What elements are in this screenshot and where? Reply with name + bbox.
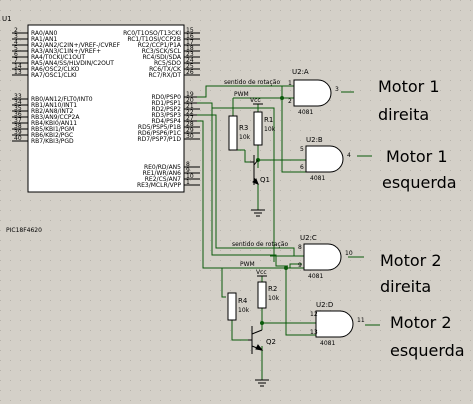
vcc1-label: Vcc (250, 97, 261, 104)
mcu-pin-name: RD7/PSP7/P1D (137, 136, 181, 143)
junction-4 (284, 266, 288, 270)
net-label-dir2: sentido de rotação (232, 241, 288, 248)
r4-ref: R4 (238, 297, 248, 305)
r4-value: 10k (238, 307, 250, 314)
gate-pin-in1: 12 (310, 311, 318, 318)
motor2-left-line2: esquerda (390, 341, 465, 360)
gate-body (303, 243, 342, 271)
net-label-pwm1: PWM (234, 91, 249, 98)
gate-part: 4081 (308, 273, 323, 280)
motor2-right-line2: direita (380, 277, 431, 296)
r2-body (257, 281, 267, 309)
mcu-pin-name: RE3/MCLR/VPP (137, 182, 181, 189)
schematic-canvas: U1 PIC18F4620 2 RA0/AN03 RA1/AN14 RA2/AN2/C… (0, 0, 473, 404)
gate-part: 4081 (298, 109, 313, 116)
vcc-2: Vcc (256, 269, 267, 277)
mcu-part-label: PIC18F4620 (6, 227, 42, 234)
r2-value: 10k (268, 295, 280, 302)
mcu-pin-name: RC7/RX/DT (149, 72, 182, 79)
mcu-pin-number: 40 (14, 135, 22, 142)
motor2-right-line1: Motor 2 (380, 251, 442, 270)
gate-pin-in2: 2 (288, 98, 292, 105)
gate-pin-out: 11 (357, 317, 365, 324)
gate-ref: U2:D (316, 301, 333, 309)
r1-value: 10k (264, 126, 276, 133)
motor2-left-line1: Motor 2 (390, 313, 452, 332)
motor1-left-line2: esquerda (382, 173, 457, 192)
q2-ref: Q2 (266, 338, 276, 346)
gate-body (305, 145, 344, 173)
gate-ref: U2:B (306, 136, 323, 144)
mcu-pin-name: RA7/OSC1/CLKI (31, 72, 77, 79)
mcu-pin-number: 30 (186, 133, 194, 140)
gate-pin-in2: 13 (310, 329, 318, 336)
junction-3 (260, 321, 264, 325)
gate-part: 4081 (310, 175, 325, 182)
gate-pin-out: 10 (345, 250, 353, 257)
gate-pin-in2: 9 (298, 262, 302, 269)
gate-ref: U2:A (292, 68, 309, 76)
junction-1 (280, 96, 284, 100)
gate-body (293, 79, 332, 107)
motor1-left-line1: Motor 1 (386, 147, 448, 166)
r2-ref: R2 (268, 285, 277, 293)
vcc2-label: Vcc (256, 269, 267, 276)
gate-body (315, 310, 354, 338)
gate-pin-in1: 1 (288, 80, 292, 87)
net-label-pwm2: PWM (240, 261, 255, 268)
net-label-dir1: sentido de rotação (224, 79, 280, 86)
r3-body (228, 115, 238, 151)
gate-pin-out: 3 (335, 86, 339, 93)
mcu-ref-label: U1 (2, 15, 12, 23)
gate-pin-in1: 5 (300, 146, 304, 153)
motor1-right-line1: Motor 1 (378, 77, 440, 96)
gate-pin-in2: 6 (300, 164, 304, 171)
r3-ref: R3 (239, 124, 248, 132)
mcu-pin-number: 1 (186, 179, 190, 186)
q1-ref: Q1 (260, 176, 270, 184)
r4-body (227, 292, 237, 321)
gate-ref: U2:C (300, 234, 317, 242)
gate-pin-out: 4 (347, 152, 351, 159)
r3-value: 10k (239, 134, 251, 141)
r1-ref: R1 (264, 116, 273, 124)
mcu-pin-name: RB7/KBI3/PGD (31, 138, 74, 145)
gate-part: 4081 (320, 340, 335, 347)
mcu-pin-number: 26 (186, 69, 194, 76)
r1-body (253, 111, 263, 146)
motor1-right-line2: direita (378, 105, 429, 124)
gate-pin-in1: 8 (298, 244, 302, 251)
mcu-pin-number: 13 (14, 69, 22, 76)
